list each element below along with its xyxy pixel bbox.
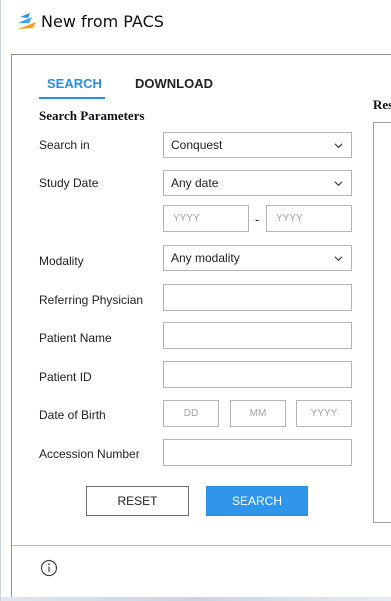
chevron-down-icon <box>334 143 343 149</box>
date-range-separator: - <box>255 213 260 227</box>
search-in-select[interactable]: Conquest <box>163 132 352 158</box>
accession-number-input[interactable] <box>163 439 352 466</box>
tab-download[interactable]: DOWNLOAD <box>135 76 213 91</box>
tab-search[interactable]: SEARCH <box>47 76 102 91</box>
active-tab-indicator <box>39 97 105 99</box>
study-date-value: Any date <box>171 176 219 190</box>
reset-button[interactable]: RESET <box>86 486 189 516</box>
search-in-label: Search in <box>39 138 90 152</box>
modality-select[interactable]: Any modality <box>163 245 352 271</box>
window-title: New from PACS <box>41 12 164 31</box>
search-parameters-heading: Search Parameters <box>39 108 145 123</box>
dob-day-input[interactable] <box>163 400 219 427</box>
referring-physician-input[interactable] <box>163 284 352 311</box>
search-button[interactable]: SEARCH <box>206 486 308 516</box>
title-bar: New from PACS <box>1 0 391 42</box>
date-of-birth-label: Date of Birth <box>39 408 106 422</box>
referring-physician-label: Referring Physician <box>39 293 144 307</box>
patient-id-input[interactable] <box>163 361 352 388</box>
chevron-down-icon <box>334 256 343 262</box>
info-icon[interactable] <box>40 559 58 577</box>
study-date-label: Study Date <box>39 176 99 190</box>
new-from-pacs-window: New from PACS SEARCH DOWNLOAD Search Par… <box>0 0 391 601</box>
chevron-down-icon <box>334 181 343 187</box>
search-in-value: Conquest <box>171 138 223 152</box>
results-list[interactable] <box>373 122 391 523</box>
study-date-select[interactable]: Any date <box>163 170 352 196</box>
patient-id-label: Patient ID <box>39 370 92 384</box>
pacs-app-icon <box>18 13 36 29</box>
study-date-to-input[interactable] <box>266 205 352 232</box>
dob-month-input[interactable] <box>230 400 286 427</box>
patient-name-input[interactable] <box>163 322 352 349</box>
results-heading: Res <box>373 97 391 112</box>
dob-year-input[interactable] <box>296 400 352 427</box>
patient-name-label: Patient Name <box>39 331 112 345</box>
window-bottom-edge <box>1 597 391 601</box>
study-date-from-input[interactable] <box>163 205 249 232</box>
modality-label: Modality <box>39 254 84 268</box>
modality-value: Any modality <box>171 251 240 265</box>
footer-divider <box>12 545 391 546</box>
accession-number-label: Accession Number <box>39 447 140 461</box>
